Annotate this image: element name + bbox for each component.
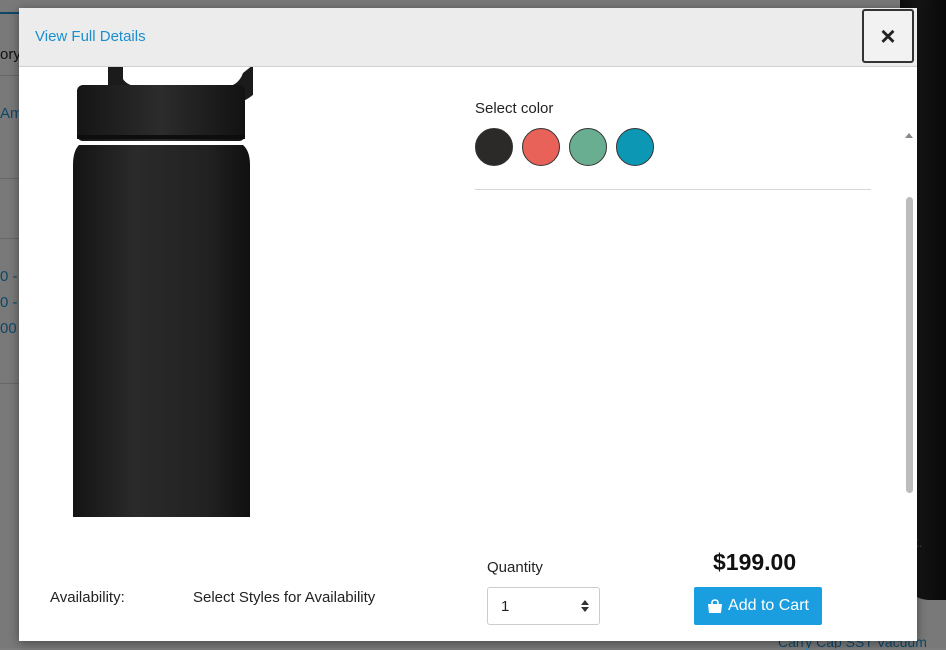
modal-scrollbar[interactable]	[902, 129, 916, 522]
color-swatch-black[interactable]	[475, 128, 513, 166]
color-swatch-teal[interactable]	[616, 128, 654, 166]
quick-view-modal: View Full Details × Select color Availab…	[19, 8, 917, 641]
select-arrows-icon	[581, 600, 589, 612]
color-swatch-sage[interactable]	[569, 128, 607, 166]
scroll-up-arrow-icon[interactable]	[905, 133, 913, 138]
availability-label: Availability:	[50, 589, 125, 606]
add-to-cart-label: Add to Cart	[728, 597, 809, 614]
close-icon: ×	[880, 20, 896, 51]
color-divider	[475, 189, 871, 190]
product-image	[73, 67, 253, 517]
close-button[interactable]: ×	[862, 9, 914, 63]
color-swatch-coral[interactable]	[522, 128, 560, 166]
view-full-details-link[interactable]: View Full Details	[35, 28, 146, 45]
quantity-value: 1	[501, 598, 510, 615]
shopping-bag-icon	[707, 598, 723, 614]
quantity-label: Quantity	[487, 559, 543, 576]
add-to-cart-button[interactable]: Add to Cart	[694, 587, 822, 625]
select-color-label: Select color	[475, 100, 554, 117]
scroll-thumb[interactable]	[906, 197, 913, 493]
modal-body: Select color	[19, 67, 917, 522]
modal-header: View Full Details ×	[19, 8, 917, 67]
color-swatches	[475, 128, 654, 166]
product-price: $199.00	[713, 549, 797, 575]
quantity-select[interactable]: 1	[487, 587, 600, 625]
availability-value: Select Styles for Availability	[193, 589, 376, 606]
